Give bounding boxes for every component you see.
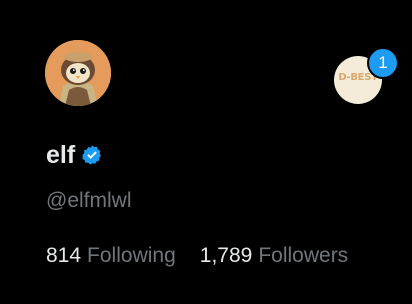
followers-count: 1,789 [199, 244, 253, 267]
follow-stats: 814 Following 1,789 Followers [46, 243, 348, 269]
profile-drawer-header: D-BEST 1 elf @elfmlwl 814 Following 1,78… [0, 0, 412, 304]
notification-badge[interactable]: 1 [367, 47, 399, 79]
name-row: elf [46, 140, 103, 170]
following-count: 814 [46, 244, 82, 267]
owl-avatar-icon [45, 40, 111, 106]
following-link[interactable]: 814 Following [46, 243, 176, 269]
profile-avatar[interactable] [45, 40, 111, 106]
followers-label: Followers [258, 244, 349, 267]
verified-badge-icon[interactable] [81, 144, 103, 166]
display-name[interactable]: elf [46, 140, 75, 170]
followers-link[interactable]: 1,789 Followers [200, 243, 348, 269]
following-label: Following [87, 244, 176, 267]
user-handle: @elfmlwl [46, 189, 132, 212]
